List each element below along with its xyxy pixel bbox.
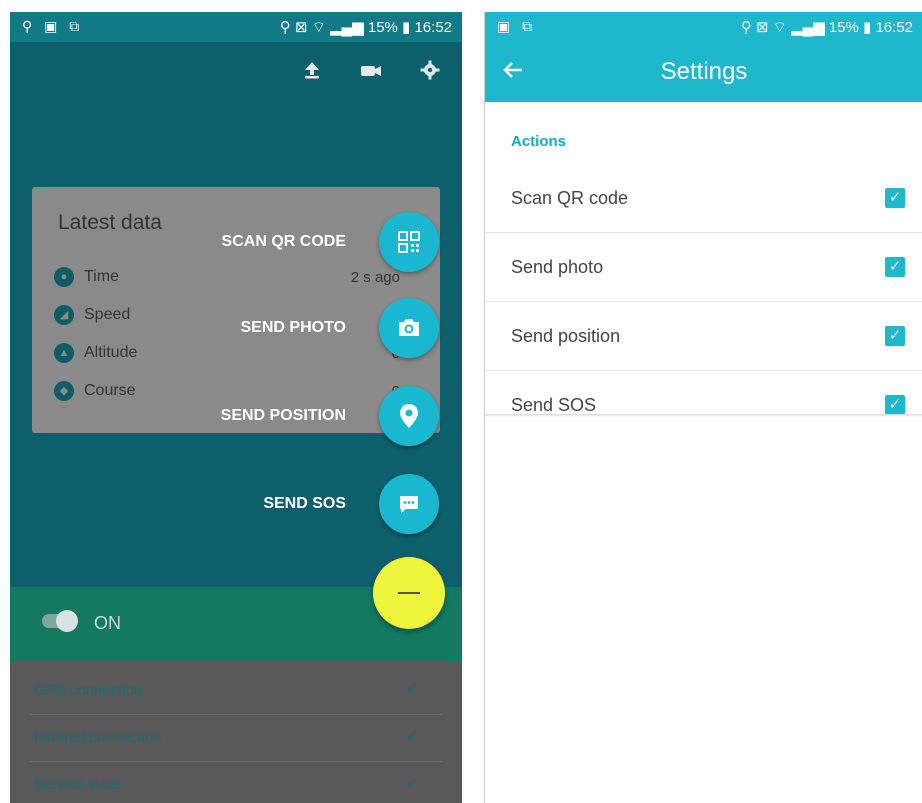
page-title: Settings: [660, 58, 748, 85]
setting-label: Scan QR code: [511, 188, 629, 208]
checkbox-send-photo[interactable]: ✓: [885, 257, 905, 277]
main-fab[interactable]: [373, 557, 445, 629]
setting-send-photo[interactable]: Send photo ✓: [485, 233, 922, 302]
status-icons-left: ⚲ ▣ ⧉: [22, 18, 84, 34]
mountain-icon: ▲: [54, 343, 74, 363]
data-row-course: ◆ Course: [54, 381, 136, 405]
checkbox-send-sos[interactable]: ✓: [885, 395, 905, 415]
gear-icon[interactable]: [420, 60, 440, 84]
status-icons-right: ⚲ ⊠ ⌔ ▂▄▆ 15% ▮ 16:52: [740, 19, 913, 36]
chat-bubble-icon: [400, 496, 418, 513]
check-icon: ✓: [404, 725, 420, 745]
data-label: Time: [84, 268, 119, 286]
data-row-speed: ◢ Speed: [54, 305, 130, 329]
toolbar: [10, 42, 462, 102]
minus-icon: [398, 592, 420, 594]
status-label: Service state: [34, 776, 121, 793]
camera-icon: [399, 319, 419, 336]
main-screen: ⚲ ▣ ⧉ ⚲ ⊠ ⌔ ▂▄▆ 15% ▮ 16:52 Latest data …: [10, 12, 462, 803]
status-bar: ⚲ ▣ ⧉ ⚲ ⊠ ⌔ ▂▄▆ 15% ▮ 16:52: [10, 12, 462, 42]
location-pin-icon: [400, 404, 418, 428]
data-label: Speed: [84, 306, 131, 324]
toggle-knob: [56, 610, 78, 632]
setting-label: Send photo: [511, 257, 604, 277]
fab-label-scan-qr[interactable]: SCAN QR CODE: [222, 233, 346, 251]
send-position-fab[interactable]: [379, 386, 439, 446]
check-icon: ✓: [404, 772, 420, 792]
status-row-internet: Internet connection ✓: [30, 715, 442, 762]
card-title: Latest data: [58, 211, 162, 234]
status-list: GPS connection ✓ Internet connection ✓ S…: [10, 662, 462, 803]
settings-screen: ▣ ⧉ ⚲ ⊠ ⌔ ▂▄▆ 15% ▮ 16:52 Settings Actio…: [484, 12, 922, 803]
setting-label: Send position: [511, 326, 621, 346]
setting-send-sos[interactable]: Send SOS ✓: [485, 371, 922, 439]
section-header: Actions: [511, 133, 567, 150]
send-sos-fab[interactable]: [379, 474, 439, 534]
data-row-altitude: ▲ Altitude: [54, 343, 137, 367]
status-bar: ▣ ⧉ ⚲ ⊠ ⌔ ▂▄▆ 15% ▮ 16:52: [485, 12, 922, 42]
toolbar: Settings: [485, 42, 922, 102]
status-icons-left: ▣ ⧉: [497, 18, 537, 34]
checkbox-scan-qr[interactable]: ✓: [885, 188, 905, 208]
toggle-label: ON: [94, 613, 121, 633]
setting-scan-qr[interactable]: Scan QR code ✓: [485, 164, 922, 233]
status-row-service: Service state ✓: [30, 762, 442, 803]
list-divider: [485, 414, 922, 417]
data-label: Course: [84, 382, 136, 400]
data-row-time: ● Time: [54, 267, 119, 291]
fab-label-send-position[interactable]: SEND POSITION: [221, 407, 346, 425]
send-photo-fab[interactable]: [379, 298, 439, 358]
fab-label-send-sos[interactable]: SEND SOS: [263, 495, 346, 513]
fab-label-send-photo[interactable]: SEND PHOTO: [241, 319, 347, 337]
status-icons-right: ⚲ ⊠ ⌔ ▂▄▆ 15% ▮ 16:52: [279, 19, 452, 36]
clock-icon: ●: [54, 267, 74, 287]
status-label: GPS connection: [34, 682, 143, 699]
setting-label: Send SOS: [511, 395, 597, 415]
status-row-gps: GPS connection ✓: [30, 668, 442, 715]
setting-send-position[interactable]: Send position ✓: [485, 302, 922, 371]
speedometer-icon: ◢: [54, 305, 74, 325]
checkbox-send-position[interactable]: ✓: [885, 326, 905, 346]
scan-qr-fab[interactable]: [379, 212, 439, 272]
camera-icon[interactable]: [360, 60, 382, 84]
qr-code-icon: [398, 231, 420, 253]
compass-icon: ◆: [54, 381, 74, 401]
check-icon: ✓: [404, 678, 420, 698]
data-label: Altitude: [84, 344, 138, 362]
service-toggle[interactable]: [42, 610, 78, 632]
upload-icon[interactable]: [302, 60, 322, 84]
status-label: Internet connection: [34, 729, 162, 746]
